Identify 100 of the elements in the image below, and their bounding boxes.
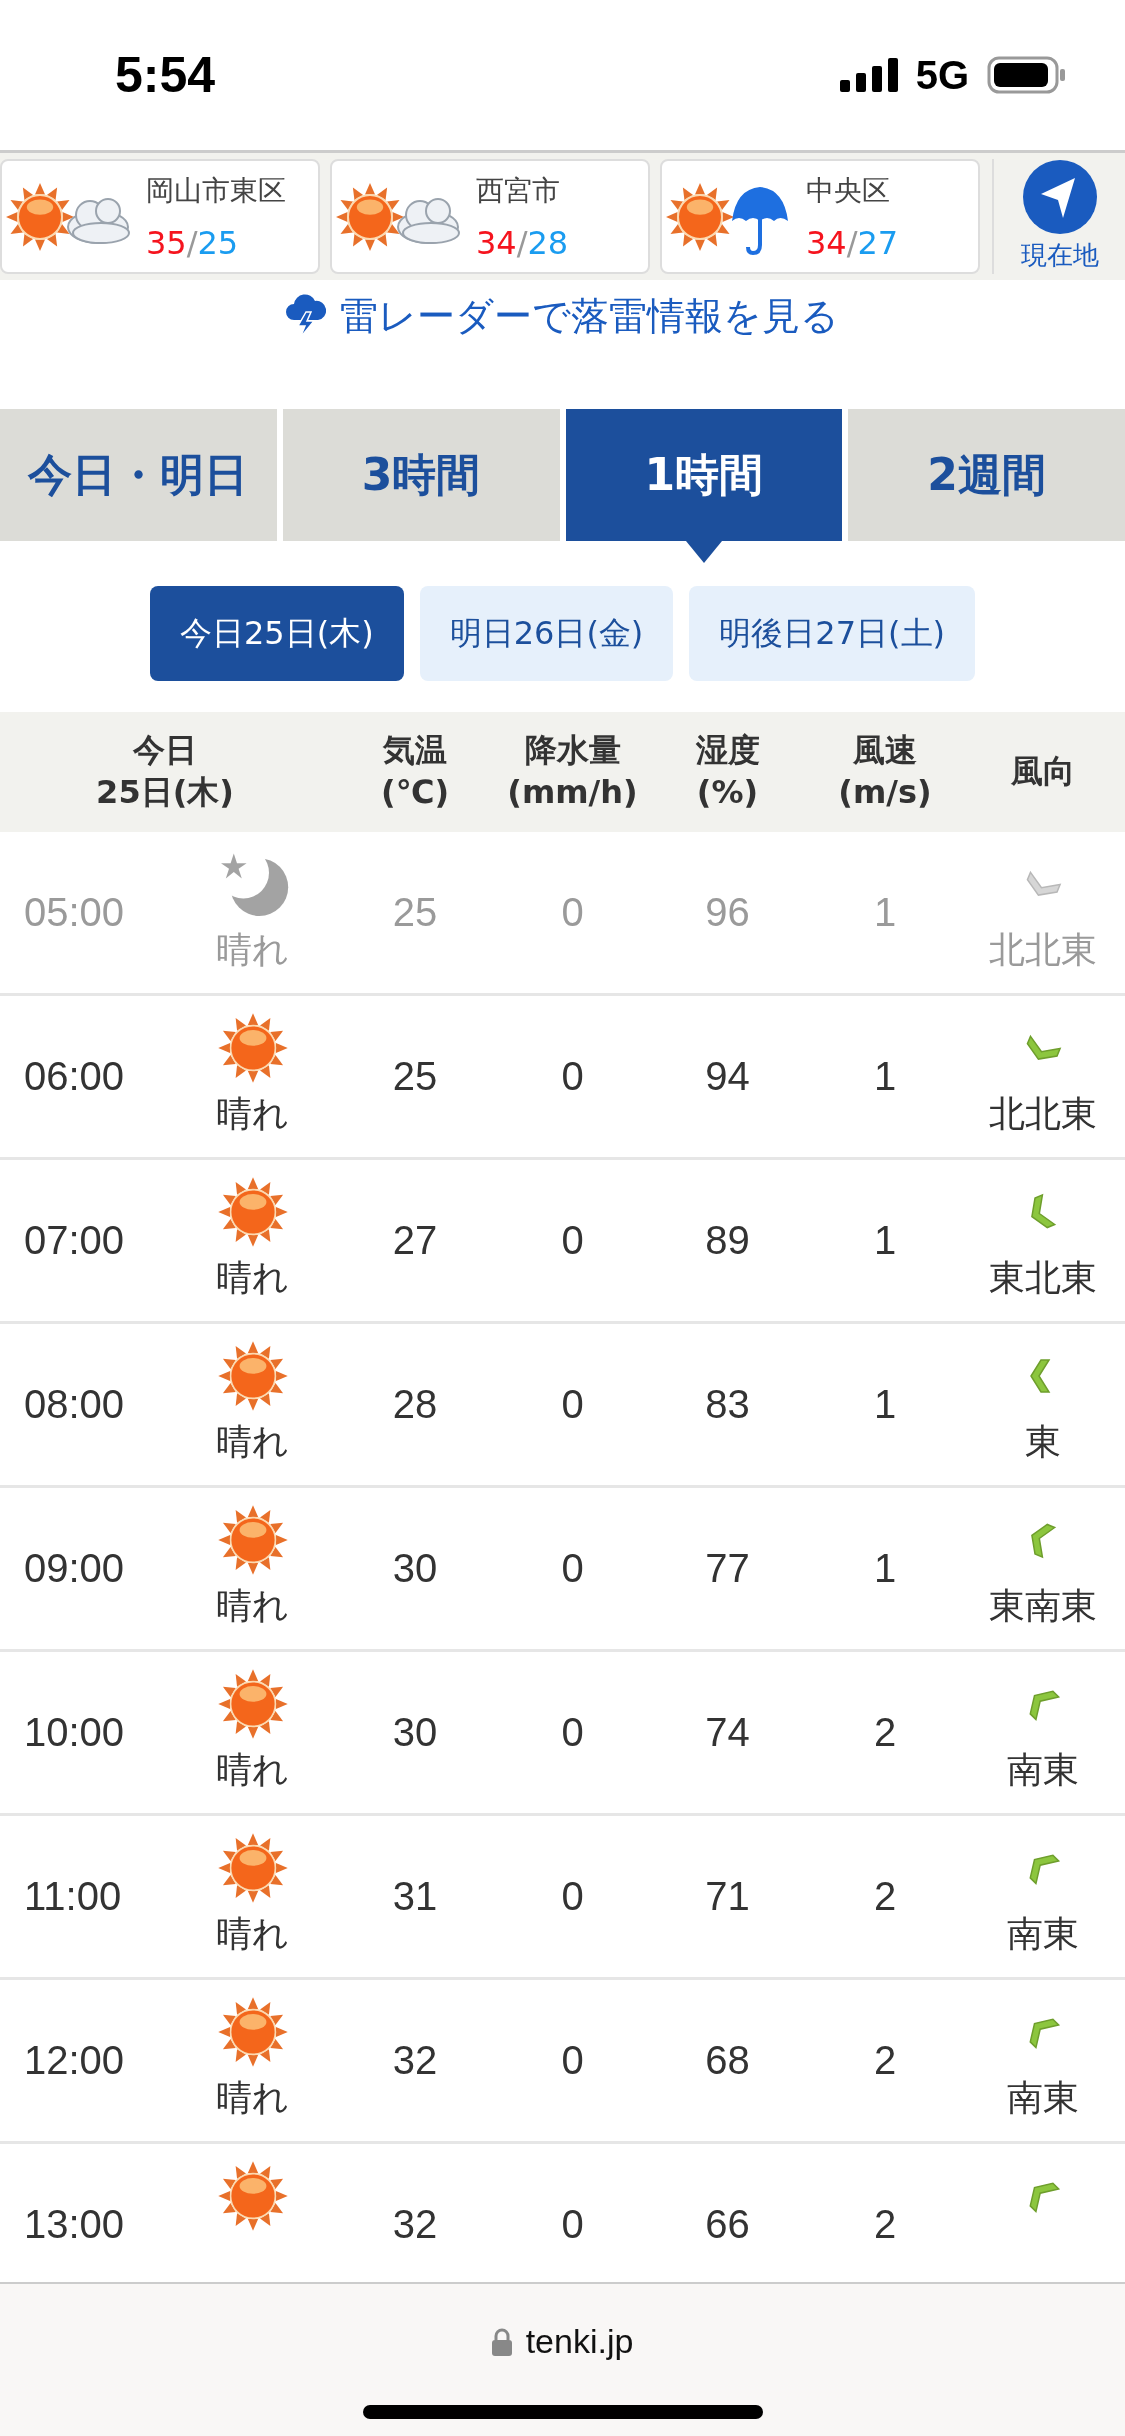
- home-indicator[interactable]: [362, 2405, 763, 2419]
- humidity-cell-text: 94: [704, 1053, 751, 1100]
- humidity-cell-text: 74: [704, 1709, 751, 1756]
- low-temperature: 28: [527, 223, 569, 262]
- time-cell-text: 08:00: [23, 1381, 126, 1428]
- battery-icon: [987, 56, 1067, 94]
- column-header: 今日 25日(木): [95, 730, 235, 813]
- wind-speed-cell-text: 2: [872, 2201, 898, 2248]
- humidity-cell-text: 83: [704, 1381, 751, 1428]
- forecast-tab[interactable]: 3時間: [282, 409, 560, 541]
- wind-speed-cell-text: 1: [872, 1053, 898, 1100]
- humidity-cell-text: 89: [704, 1217, 751, 1264]
- current-location-button[interactable]: 現在地: [992, 159, 1125, 274]
- url-text[interactable]: tenki.jp: [525, 2322, 634, 2361]
- location-name: 西宮市: [476, 172, 561, 209]
- temperature-cell-text: 32: [391, 2201, 439, 2248]
- humidity-cell-text: 77: [704, 1545, 751, 1592]
- weather-label: 晴れ: [216, 1092, 289, 1136]
- wind-direction-label: 南東: [1006, 2076, 1079, 2120]
- weather-label: 晴れ: [216, 2076, 289, 2120]
- wind-speed-cell-text: 2: [872, 1873, 898, 1920]
- precipitation-cell-text: 0: [560, 1873, 585, 1920]
- wind-direction-label: 南東: [1006, 1748, 1079, 1792]
- wind-direction-label: 東南東: [988, 1584, 1097, 1628]
- precipitation-cell-text: 0: [560, 1053, 585, 1100]
- wind-speed-cell-text: 1: [872, 1545, 898, 1592]
- temperature-cell-text: 31: [391, 1873, 439, 1920]
- column-header: 降水量 (mm/h): [506, 730, 639, 813]
- precipitation-cell-text: 0: [560, 1545, 585, 1592]
- network-label: 5G: [915, 52, 969, 98]
- forecast-tab[interactable]: 今日・明日: [0, 409, 277, 541]
- temperature-cell-text: 27: [391, 1217, 439, 1264]
- precipitation-cell-text: 0: [560, 1217, 585, 1264]
- lightning-radar-link[interactable]: 雷レーダーで落雷情報を見る: [286, 280, 839, 352]
- wind-direction-label: 北北東: [988, 1092, 1097, 1136]
- wind-direction-label: 東: [1024, 1420, 1061, 1464]
- temperature-cell-text: 25: [391, 889, 439, 936]
- day-button[interactable]: 明日26日(金): [419, 586, 674, 681]
- temperature-cell-text: 32: [391, 2037, 439, 2084]
- precipitation-cell-text: 0: [560, 1381, 585, 1428]
- signal-icon: [839, 58, 900, 92]
- temperature-cell-text: 30: [391, 1545, 439, 1592]
- location-name: 中央区: [806, 172, 891, 209]
- status-time: 5:54: [115, 46, 217, 104]
- wind-speed-cell-text: 2: [872, 2037, 898, 2084]
- wind-speed-cell-text: 1: [872, 1381, 898, 1428]
- wind-speed-cell-text: 2: [872, 1709, 898, 1756]
- wind-speed-cell-text: 1: [872, 1217, 898, 1264]
- weather-label: 晴れ: [216, 928, 289, 972]
- lock-icon: [491, 2327, 512, 2356]
- location-card[interactable]: 岡山市東区 35/25: [0, 159, 320, 274]
- temperature-cell-text: 25: [391, 1053, 439, 1100]
- column-header: 気温 (℃): [380, 730, 450, 813]
- location-card[interactable]: 西宮市 34/28: [330, 159, 650, 274]
- location-name: 岡山市東区: [146, 172, 286, 209]
- tab-pointer-icon: [685, 541, 722, 563]
- weather-label: 晴れ: [216, 1912, 289, 1956]
- time-cell-text: 05:00: [23, 889, 126, 936]
- precipitation-cell-text: 0: [560, 2201, 585, 2248]
- time-cell-text: 11:00: [23, 1873, 123, 1920]
- humidity-cell-text: 68: [704, 2037, 751, 2084]
- weather-label: 晴れ: [216, 1256, 289, 1300]
- temperature-separator: /: [516, 223, 528, 262]
- column-header: 風向: [1009, 751, 1076, 793]
- time-cell-text: 09:00: [23, 1545, 126, 1592]
- temperature-separator: /: [186, 223, 198, 262]
- current-location-label: 現在地: [1020, 239, 1099, 272]
- weather-label: 晴れ: [216, 1748, 289, 1792]
- precipitation-cell-text: 0: [560, 2037, 585, 2084]
- humidity-cell-text: 96: [704, 889, 751, 936]
- time-cell-text: 13:00: [23, 2201, 126, 2248]
- time-cell-text: 10:00: [23, 1709, 126, 1756]
- column-header: 風速 (m/s): [837, 730, 933, 813]
- forecast-tab[interactable]: 1時間: [565, 409, 843, 541]
- wind-direction-label: 北北東: [988, 928, 1097, 972]
- humidity-cell-text: 66: [704, 2201, 751, 2248]
- time-cell-text: 12:00: [23, 2037, 126, 2084]
- temperature-cell-text: 28: [391, 1381, 439, 1428]
- location-card[interactable]: 中央区 34/27: [660, 159, 980, 274]
- weather-label: 晴れ: [216, 1584, 289, 1628]
- high-temperature: 34: [476, 223, 517, 262]
- high-temperature: 34: [806, 223, 847, 262]
- column-header: 湿度 (%): [694, 730, 761, 813]
- wind-direction-label: 南東: [1006, 1912, 1079, 1956]
- low-temperature: 27: [857, 223, 899, 262]
- temperature-cell-text: 30: [391, 1709, 439, 1756]
- precipitation-cell-text: 0: [560, 1709, 585, 1756]
- wind-direction-label: 東北東: [988, 1256, 1097, 1300]
- low-temperature: 25: [197, 223, 239, 262]
- high-temperature: 35: [146, 223, 187, 262]
- day-button[interactable]: 今日25日(木): [149, 586, 404, 681]
- time-cell-text: 07:00: [23, 1217, 126, 1264]
- precipitation-cell-text: 0: [560, 889, 585, 936]
- time-cell-text: 06:00: [23, 1053, 126, 1100]
- day-button[interactable]: 明後日27日(土): [689, 586, 976, 681]
- humidity-cell-text: 71: [704, 1873, 751, 1920]
- wind-speed-cell-text: 1: [872, 889, 898, 936]
- temperature-separator: /: [846, 223, 858, 262]
- weather-label: 晴れ: [216, 1420, 289, 1464]
- forecast-tab[interactable]: 2週間: [848, 409, 1125, 541]
